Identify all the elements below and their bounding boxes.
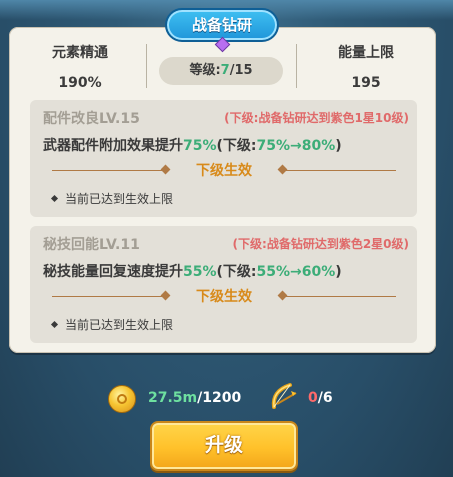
level-pill: 等级:7/15 bbox=[159, 57, 283, 85]
title-banner: 战备钻研 bbox=[165, 8, 279, 53]
bow-have: 0 bbox=[308, 390, 318, 406]
perk-desc-next-from: 55% bbox=[256, 264, 291, 280]
bow-need: /6 bbox=[317, 390, 333, 406]
level-current: 7 bbox=[220, 63, 230, 78]
next-effect-row: 下级生效 bbox=[44, 160, 404, 180]
bullet-icon bbox=[50, 194, 59, 203]
perk-note-text: 当前已达到生效上限 bbox=[65, 318, 174, 332]
divider-line bbox=[286, 170, 396, 171]
gold-coin-icon bbox=[108, 385, 136, 413]
perk-card-accessory: 配件改良LV.15 (下级:战备钻研达到紫色1星10级) 武器配件附加效果提升7… bbox=[30, 100, 417, 217]
perk-description: 武器配件附加效果提升75%(下级:75%→80%) bbox=[43, 135, 342, 155]
stat-label: 能量上限 bbox=[338, 45, 394, 61]
perk-description: 秘技能量回复速度提升55%(下级:55%→60%) bbox=[43, 261, 342, 281]
perk-desc-next-prefix: (下级: bbox=[216, 138, 257, 154]
stat-label: 元素精通 bbox=[52, 45, 108, 61]
perk-note: 当前已达到生效上限 bbox=[50, 316, 174, 333]
perk-desc-next-from: 75% bbox=[256, 138, 291, 154]
perk-note-text: 当前已达到生效上限 bbox=[65, 192, 174, 206]
perk-desc-close: ) bbox=[335, 138, 342, 154]
level-prefix: 等级: bbox=[189, 63, 221, 78]
perk-card-skill-energy: 秘技回能LV.11 (下级:战备钻研达到紫色2星0级) 秘技能量回复速度提升55… bbox=[30, 226, 417, 343]
perk-desc-next-to: 80% bbox=[301, 138, 336, 154]
divider-line bbox=[286, 296, 396, 297]
coin-need: /1200 bbox=[197, 390, 242, 406]
perk-name: 秘技回能LV.11 bbox=[43, 237, 140, 253]
divider-left bbox=[146, 44, 147, 88]
perk-desc-close: ) bbox=[335, 264, 342, 280]
stat-element-mastery: 元素精通 190% bbox=[20, 42, 140, 91]
perk-desc-value: 55% bbox=[183, 264, 217, 280]
perk-requirement: (下级:战备钻研达到紫色2星0级) bbox=[232, 237, 409, 251]
perk-desc-value: 75% bbox=[183, 138, 217, 154]
upgrade-button[interactable]: 升级 bbox=[150, 421, 298, 471]
divider-right bbox=[296, 44, 297, 88]
perk-desc-arrow: → bbox=[290, 138, 302, 154]
golden-bow-icon bbox=[271, 383, 297, 409]
level-max: /15 bbox=[229, 63, 253, 78]
perk-desc-arrow: → bbox=[290, 264, 302, 280]
stat-energy-cap: 能量上限 195 bbox=[306, 42, 426, 91]
coin-have: 27.5m bbox=[148, 390, 198, 406]
perk-requirement: (下级:战备钻研达到紫色1星10级) bbox=[224, 111, 409, 125]
perk-desc-next-prefix: (下级: bbox=[216, 264, 257, 280]
perk-desc-next-to: 60% bbox=[301, 264, 336, 280]
stat-value: 190% bbox=[58, 75, 102, 91]
perk-desc-text: 武器配件附加效果提升 bbox=[43, 138, 183, 154]
perk-name: 配件改良LV.15 bbox=[43, 111, 140, 127]
next-effect-row: 下级生效 bbox=[44, 286, 404, 306]
perk-desc-text: 秘技能量回复速度提升 bbox=[43, 264, 183, 280]
bow-cost: 0/6 bbox=[308, 390, 333, 406]
perk-note: 当前已达到生效上限 bbox=[50, 190, 174, 207]
bullet-icon bbox=[50, 320, 59, 329]
stat-value: 195 bbox=[351, 75, 381, 91]
research-panel: 元素精通 190% 等级:7/15 能量上限 195 配件改良LV.15 (下级… bbox=[9, 27, 436, 353]
coin-cost: 27.5m/1200 bbox=[148, 390, 241, 406]
